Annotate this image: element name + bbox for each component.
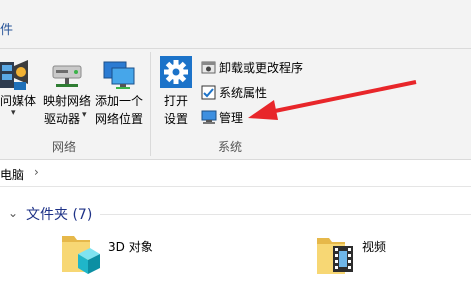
group-separator [150,52,151,156]
computer-management-icon [201,110,217,124]
ribbon-divider [0,48,471,49]
chevron-down-icon[interactable]: ▾ [82,110,87,120]
folders-section-title[interactable]: 文件夹 (7) [26,204,92,224]
open-settings-label-1[interactable]: 打开 [161,92,191,110]
ribbon-tab-fragment[interactable]: 件 [0,19,13,38]
videos-folder-icon[interactable] [315,234,355,276]
add-location-label-2[interactable]: 网络位置 [94,110,144,128]
network-group-label: 网络 [52,140,77,154]
media-button-label[interactable]: 问媒体 [0,92,36,110]
folder-label-3d-objects[interactable]: 3D 对象 [108,238,153,255]
3d-objects-folder-icon[interactable] [60,232,102,276]
gear-icon[interactable] [160,56,192,88]
chevron-down-icon[interactable]: ▾ [11,108,16,118]
collapse-chevron-icon[interactable]: ⌄ [8,206,18,220]
open-settings-label-2[interactable]: 设置 [161,110,191,128]
uninstall-label[interactable]: 卸载或更改程序 [219,59,303,76]
media-server-icon[interactable] [0,54,30,96]
section-divider [100,214,471,215]
breadcrumb-chevron-icon[interactable]: › [34,165,39,179]
map-drive-label-2[interactable]: 驱动器 [42,110,82,128]
program-box-icon [201,61,216,74]
map-drive-label-1[interactable]: 映射网络 [42,92,92,110]
red-arrow-annotation [248,80,417,120]
network-location-icon[interactable] [100,58,138,92]
add-location-label-1[interactable]: 添加一个 [94,92,144,110]
folder-label-videos[interactable]: 视频 [362,238,386,255]
system-properties-icon [201,85,216,100]
address-bar[interactable] [0,160,471,187]
breadcrumb-this-pc[interactable]: 电脑 [0,166,24,183]
system-group-label: 系统 [218,140,243,154]
network-drive-icon[interactable] [50,60,84,90]
uninstall-program-button[interactable]: 卸载或更改程序 [199,57,469,77]
